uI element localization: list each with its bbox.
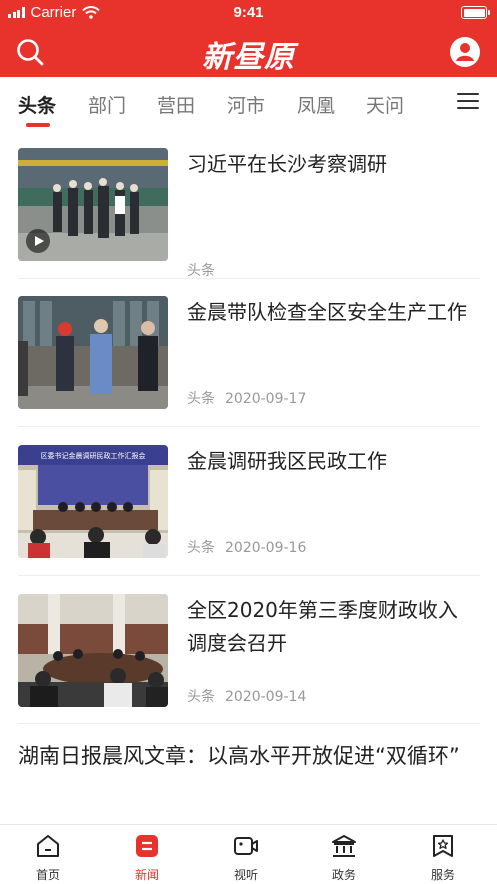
- article-thumbnail: [18, 148, 168, 261]
- article-thumbnail: [18, 296, 168, 409]
- tab-bumen[interactable]: 部门: [88, 91, 126, 118]
- tab-tianwen[interactable]: 天问: [366, 91, 404, 118]
- status-bar: Carrier 9:41: [0, 0, 497, 26]
- article-title: 金晨调研我区民政工作: [187, 449, 387, 473]
- article-date: 2020-09-17: [225, 391, 307, 407]
- article-meta: 头条 2020-09-17: [187, 388, 306, 408]
- battery-icon: [461, 6, 490, 19]
- tabbar-label: 服务: [430, 868, 455, 882]
- article-category: 头条: [187, 689, 215, 705]
- video-icon: [234, 837, 258, 855]
- tabbar-label: 视听: [233, 868, 258, 882]
- article-category: 头条: [187, 540, 215, 556]
- article-meta: 头条: [187, 260, 215, 280]
- status-time: 9:41: [233, 4, 264, 21]
- article-date: 2020-09-16: [225, 540, 307, 556]
- bottom-tab-bar: 首页 新闻 视听 政务 服务: [0, 824, 497, 884]
- tab-fenghuang[interactable]: 凤凰: [297, 91, 335, 118]
- tab-yingtian[interactable]: 营田: [157, 91, 195, 118]
- tab-toutiao[interactable]: 头条: [18, 91, 56, 118]
- tabbar-label: 政务: [331, 868, 356, 882]
- tabbar-label: 首页: [35, 868, 60, 882]
- article-thumbnail: 区委书记金晨调研民政工作汇报会: [18, 445, 168, 558]
- government-icon: [332, 835, 356, 857]
- article-title: 全区2020年第三季度财政收入调度会召开: [187, 598, 458, 655]
- article-title: 习近平在长沙考察调研: [187, 152, 387, 176]
- channel-tabs: 头条 部门 营田 河市 凤凰 天问: [0, 77, 497, 129]
- tabbar-home[interactable]: 首页: [8, 833, 88, 883]
- tabbar-news[interactable]: 新闻: [107, 833, 187, 883]
- news-icon: [136, 835, 158, 857]
- play-icon[interactable]: [26, 229, 50, 253]
- tab-heshi[interactable]: 河市: [227, 91, 265, 118]
- home-icon: [37, 835, 59, 857]
- tabbar-government[interactable]: 政务: [304, 833, 384, 883]
- article-thumbnail: [18, 594, 168, 707]
- article-meta: 头条 2020-09-16: [187, 537, 306, 557]
- app-header: Carrier 9:41 新昼原: [0, 0, 497, 77]
- tabbar-service[interactable]: 服务: [403, 833, 483, 883]
- article-category: 头条: [187, 263, 215, 279]
- divider: [18, 723, 480, 724]
- divider: [18, 426, 480, 427]
- tabbar-label: 新闻: [134, 868, 159, 882]
- article-date: 2020-09-14: [225, 689, 307, 705]
- divider: [18, 575, 480, 576]
- service-icon: [433, 835, 453, 857]
- app-logo: 新昼原: [202, 40, 295, 75]
- menu-icon[interactable]: [457, 93, 479, 111]
- tabbar-video[interactable]: 视听: [206, 833, 286, 883]
- user-icon[interactable]: [449, 36, 481, 68]
- article-meta: 头条 2020-09-14: [187, 686, 306, 706]
- featured-article-title[interactable]: 湖南日报晨风文章：以高水平开放促进“双循环”: [18, 740, 480, 773]
- active-tab-indicator: [26, 123, 50, 127]
- divider: [18, 278, 480, 279]
- article-title: 金晨带队检查全区安全生产工作: [187, 300, 467, 324]
- article-category: 头条: [187, 391, 215, 407]
- meeting-banner: 区委书记金晨调研民政工作汇报会: [41, 451, 146, 460]
